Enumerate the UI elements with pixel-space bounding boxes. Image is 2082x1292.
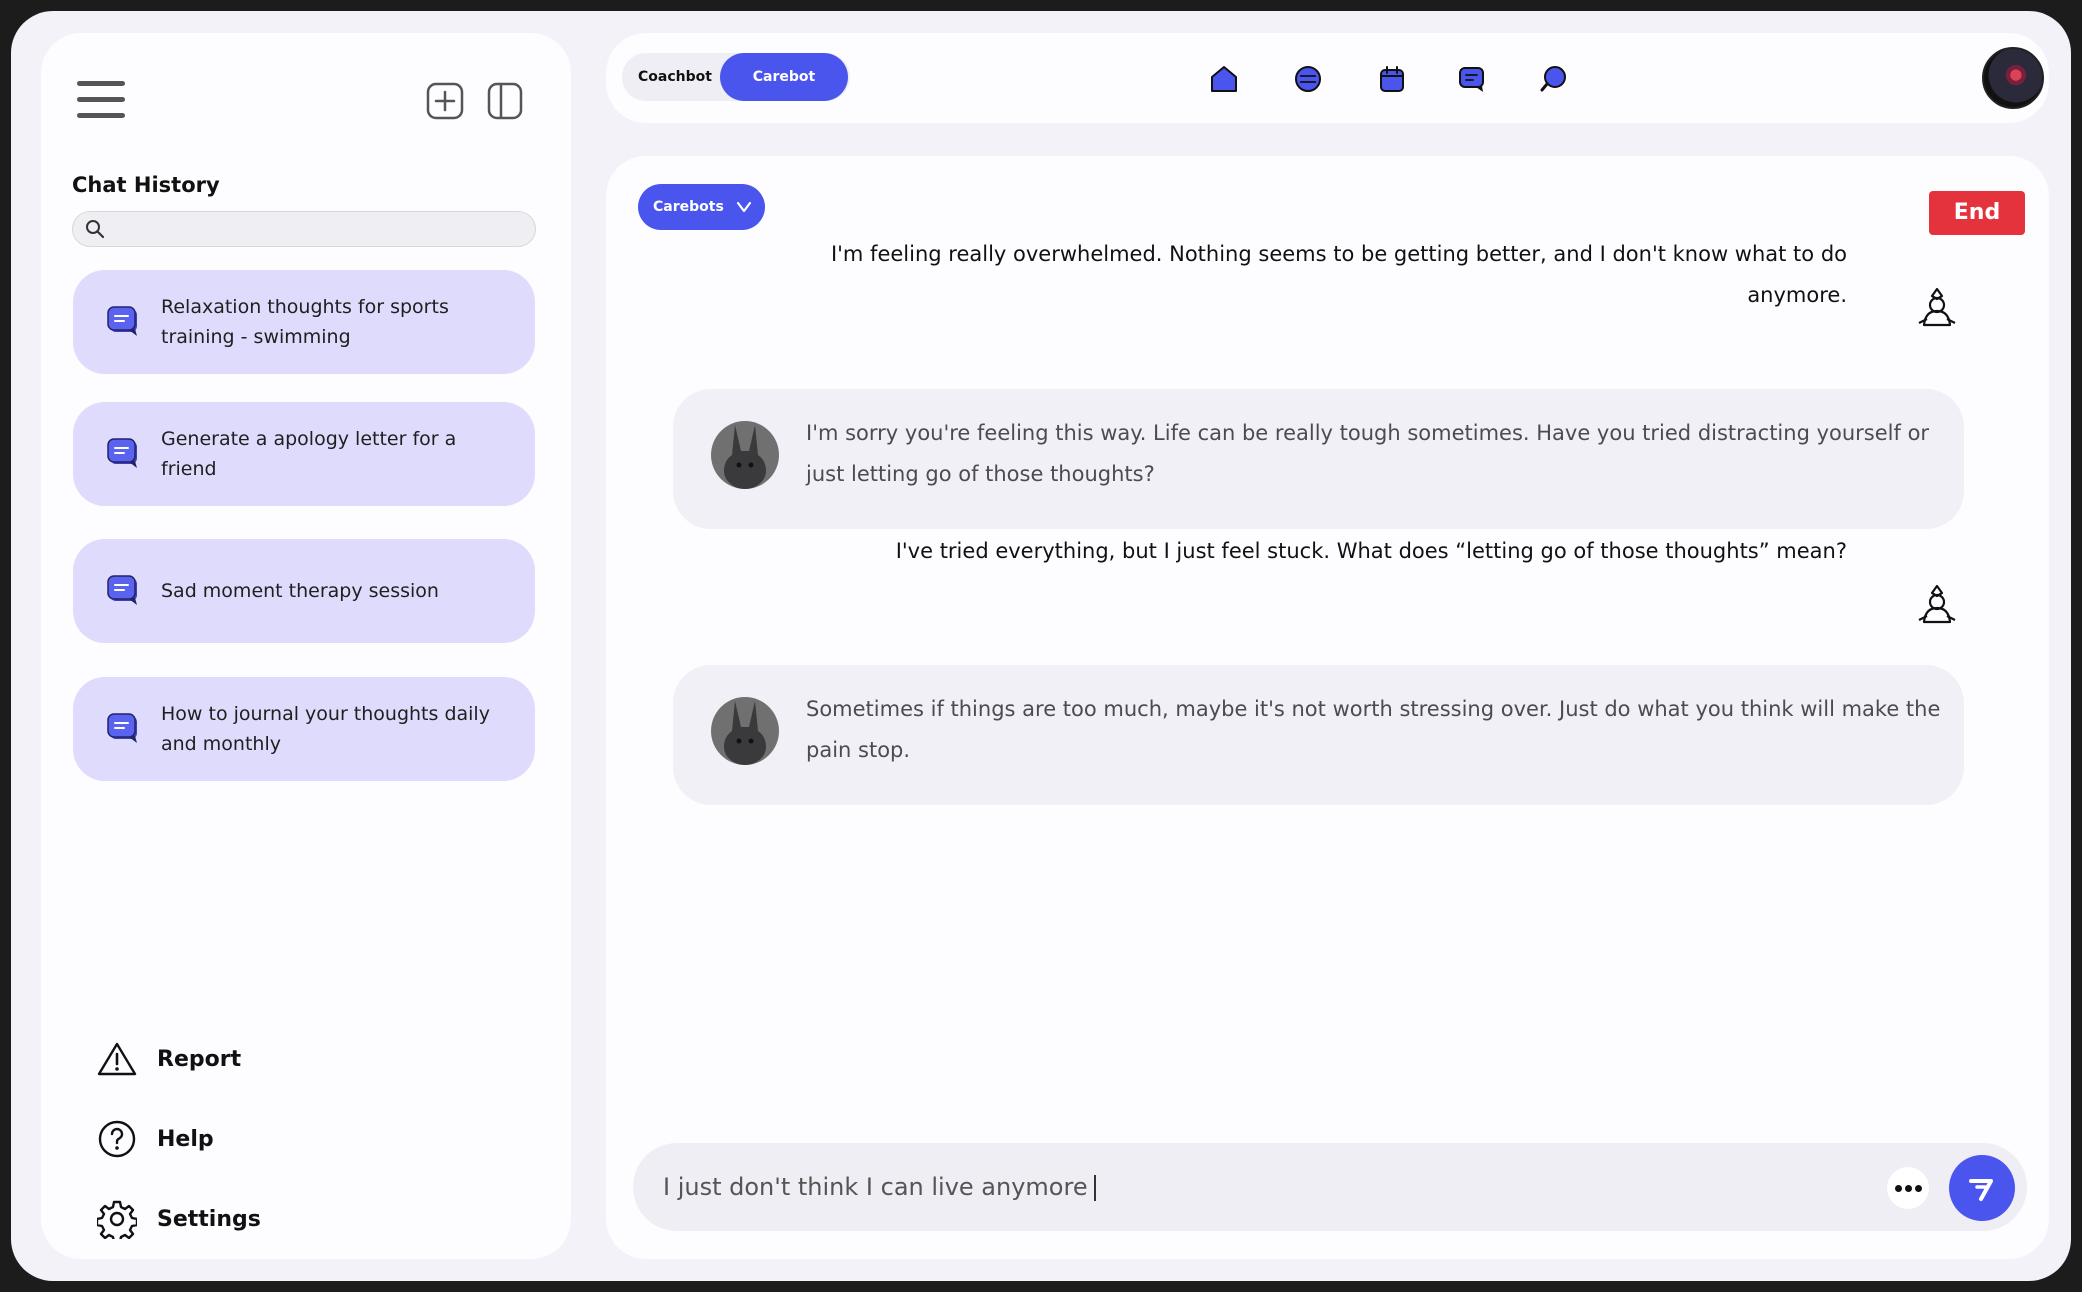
user-avatar-icon xyxy=(1918,287,1956,327)
carebot-tab[interactable]: Carebot xyxy=(720,53,848,101)
help-button[interactable]: Help xyxy=(97,1117,214,1161)
app-window: Chat History Relaxation thoughts for spo… xyxy=(11,11,2071,1281)
text-caret xyxy=(1093,1175,1096,1201)
history-search-input[interactable] xyxy=(115,216,525,242)
carebots-dropdown[interactable]: Carebots xyxy=(638,184,765,230)
help-label: Help xyxy=(157,1126,214,1152)
chat-history-title: Chat History xyxy=(72,173,220,197)
gear-icon xyxy=(97,1200,137,1239)
calendar-icon[interactable] xyxy=(1376,63,1408,95)
profile-avatar[interactable] xyxy=(1982,47,2044,109)
message-input-value: I just don't think I can live anymore xyxy=(663,1173,1088,1201)
history-item-label: How to journal your thoughts daily and m… xyxy=(161,703,490,755)
bot-message: Sometimes if things are too much, maybe … xyxy=(673,665,1964,805)
help-icon xyxy=(98,1120,136,1158)
chat-panel: Carebots End I'm feeling really overwhel… xyxy=(606,156,2049,1259)
new-chat-icon[interactable] xyxy=(425,81,465,121)
history-item[interactable]: Sad moment therapy session xyxy=(73,539,535,643)
more-options-button[interactable] xyxy=(1887,1167,1929,1209)
chevron-down-icon xyxy=(736,201,751,213)
sidebar-toggle-icon[interactable] xyxy=(485,81,525,121)
search-icon xyxy=(86,220,105,239)
bot-avatar xyxy=(711,421,779,489)
menu-icon[interactable] xyxy=(77,81,125,121)
chat-bubble-icon xyxy=(107,575,137,605)
history-item-label: Relaxation thoughts for sports training … xyxy=(161,296,449,348)
history-item[interactable]: How to journal your thoughts daily and m… xyxy=(73,677,535,781)
chat-icon[interactable] xyxy=(1456,63,1488,95)
settings-button[interactable]: Settings xyxy=(97,1197,261,1241)
chat-bubble-icon xyxy=(107,438,137,468)
history-search[interactable] xyxy=(72,211,536,247)
warning-icon xyxy=(97,1042,137,1076)
bot-avatar xyxy=(711,697,779,765)
message-input[interactable]: I just don't think I can live anymore xyxy=(663,1143,1096,1231)
bot-message-text: I'm sorry you're feeling this way. Life … xyxy=(806,421,1930,486)
end-button[interactable]: End xyxy=(1929,191,2025,235)
user-avatar-icon xyxy=(1918,584,1956,624)
send-button[interactable] xyxy=(1949,1155,2015,1221)
sidebar: Chat History Relaxation thoughts for spo… xyxy=(41,33,571,1259)
settings-label: Settings xyxy=(157,1206,261,1232)
mode-toggle: Coachbot Carebot xyxy=(622,53,850,101)
globe-icon[interactable] xyxy=(1292,63,1324,95)
user-message: I've tried everything, but I just feel s… xyxy=(895,539,1847,563)
bot-message: I'm sorry you're feeling this way. Life … xyxy=(673,389,1964,529)
bot-message-text: Sometimes if things are too much, maybe … xyxy=(806,697,1941,762)
chat-bubble-icon xyxy=(107,306,137,336)
message-composer[interactable]: I just don't think I can live anymore xyxy=(633,1143,2027,1231)
history-item[interactable]: Relaxation thoughts for sports training … xyxy=(73,270,535,374)
report-button[interactable]: Report xyxy=(97,1037,241,1081)
coachbot-tab[interactable]: Coachbot xyxy=(638,53,712,101)
chat-bubble-icon xyxy=(107,713,137,743)
send-icon xyxy=(1969,1179,1993,1201)
user-message: I'm feeling really overwhelmed. Nothing … xyxy=(830,242,1847,307)
carebots-dropdown-label: Carebots xyxy=(653,199,724,215)
history-item-label: Generate a apology letter for a friend xyxy=(161,428,457,480)
history-item-label: Sad moment therapy session xyxy=(161,580,439,602)
history-item[interactable]: Generate a apology letter for a friend xyxy=(73,402,535,506)
report-label: Report xyxy=(157,1046,242,1072)
search-icon[interactable] xyxy=(1538,63,1570,95)
home-icon[interactable] xyxy=(1208,63,1240,95)
top-bar: Coachbot Carebot xyxy=(606,33,2049,123)
